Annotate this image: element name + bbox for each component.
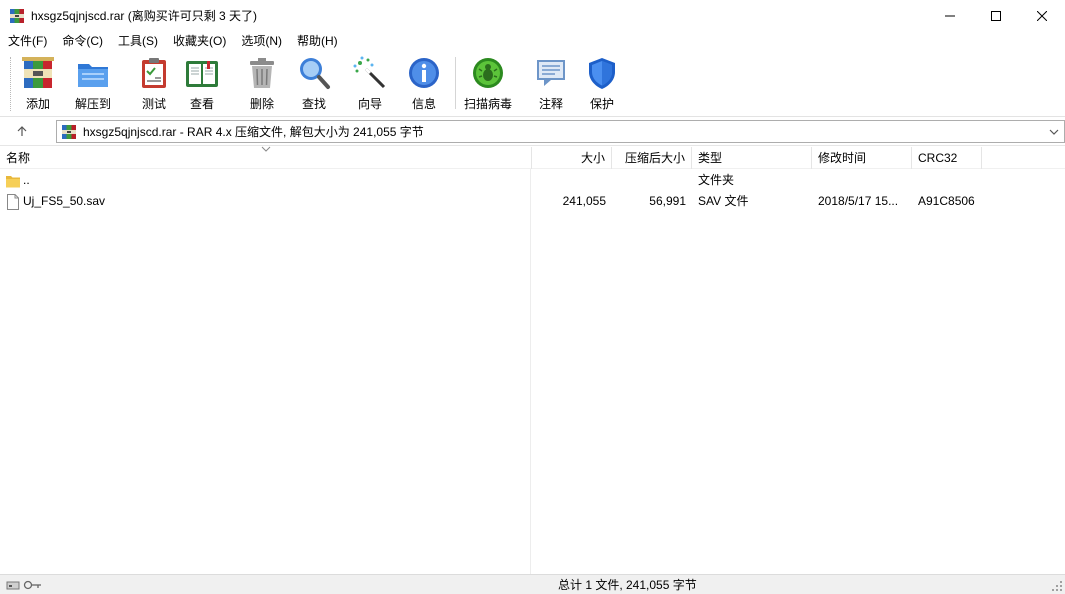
item-packed (612, 170, 686, 191)
extract-to-label: 解压到 (75, 97, 112, 111)
address-bar: hxsgz5qjnjscd.rar - RAR 4.x 压缩文件, 解包大小为 … (0, 117, 1065, 146)
wizard-label: 向导 (357, 97, 382, 111)
menu-favorites[interactable]: 收藏夹(O) (165, 31, 233, 51)
menu-bar: 文件(F) 命令(C) 工具(S) 收藏夹(O) 选项(N) 帮助(H) (0, 31, 1065, 51)
winrar-app-icon (9, 8, 25, 24)
menu-help[interactable]: 帮助(H) (289, 31, 345, 51)
key-icon (23, 580, 41, 590)
comment-button[interactable]: 注释 (533, 55, 569, 113)
item-packed: 56,991 (649, 194, 686, 208)
add-button[interactable]: 添加 (20, 55, 56, 113)
find-button[interactable]: 查找 (296, 55, 332, 113)
status-bar: 总计 1 文件, 241,055 字节 (0, 574, 1065, 594)
minimize-icon (945, 15, 955, 16)
column-crc-label: CRC32 (918, 151, 958, 165)
test-label: 测试 (141, 97, 166, 111)
magnifier-icon (300, 58, 330, 89)
protect-button[interactable]: 保护 (584, 55, 620, 113)
address-text: hxsgz5qjnjscd.rar - RAR 4.x 压缩文件, 解包大小为 … (83, 125, 424, 139)
column-modified[interactable]: 修改时间 (812, 147, 912, 169)
test-button[interactable]: 测试 (136, 55, 172, 113)
delete-button[interactable]: 删除 (244, 55, 280, 113)
column-size[interactable]: 大小 (532, 147, 612, 169)
scan-virus-label: 扫描病毒 (464, 97, 513, 111)
column-type-label: 类型 (698, 151, 723, 165)
column-name-label: 名称 (6, 151, 31, 165)
title-bar: hxsgz5qjnjscd.rar (离购买许可只剩 3 天了) (0, 0, 1065, 31)
find-label: 查找 (301, 97, 326, 111)
column-crc[interactable]: CRC32 (912, 147, 982, 169)
extract-to-button[interactable]: 解压到 (75, 55, 111, 113)
drive-icon (6, 581, 20, 590)
view-book-icon (186, 61, 218, 87)
wizard-wand-icon (353, 56, 386, 89)
extract-folder-icon (78, 64, 108, 87)
comment-icon (537, 60, 565, 86)
close-icon (1037, 10, 1047, 21)
item-name: .. (23, 173, 30, 187)
test-clipboard-icon (142, 58, 166, 88)
info-button[interactable]: 信息 (406, 55, 442, 113)
wizard-button[interactable]: 向导 (352, 55, 388, 113)
view-button[interactable]: 查看 (184, 55, 220, 113)
menu-options[interactable]: 选项(N) (233, 31, 289, 51)
up-folder-button[interactable] (12, 122, 32, 140)
list-item[interactable]: Uj_FS5_50.sav 241,055 56,991 SAV 文件 2018… (0, 191, 1065, 212)
menu-tools[interactable]: 工具(S) (110, 31, 165, 51)
column-packed-label: 压缩后大小 (624, 151, 685, 165)
column-modified-label: 修改时间 (818, 151, 867, 165)
item-size (532, 170, 606, 191)
menu-file[interactable]: 文件(F) (0, 31, 54, 51)
add-label: 添加 (25, 97, 50, 111)
virus-scan-icon (473, 58, 503, 88)
toolbar-grip (10, 57, 14, 111)
comment-label: 注释 (538, 97, 563, 111)
toolbar-separator (455, 57, 456, 109)
add-archive-icon (22, 57, 54, 88)
close-button[interactable] (1019, 0, 1065, 31)
trash-icon (250, 58, 274, 88)
item-size: 241,055 (562, 194, 606, 208)
item-type: SAV 文件 (698, 194, 749, 208)
folder-icon (6, 176, 20, 188)
info-icon (409, 58, 439, 88)
item-name: Uj_FS5_50.sav (23, 194, 106, 208)
archive-icon (61, 124, 77, 140)
item-crc: A91C8506 (918, 194, 975, 208)
file-icon (7, 194, 19, 210)
item-type: 文件夹 (698, 173, 735, 187)
resize-grip-icon[interactable] (1051, 580, 1063, 592)
protect-label: 保护 (589, 97, 614, 111)
delete-label: 删除 (249, 97, 274, 111)
window-title: hxsgz5qjnjscd.rar (离购买许可只剩 3 天了) (31, 9, 258, 23)
sort-arrow-icon (261, 146, 271, 152)
item-modified: 2018/5/17 15... (818, 194, 899, 208)
column-size-label: 大小 (580, 151, 605, 165)
list-item[interactable]: .. 文件夹 (0, 170, 1065, 191)
status-summary: 总计 1 文件, 241,055 字节 (558, 578, 697, 592)
column-type[interactable]: 类型 (692, 147, 812, 169)
scan-virus-button[interactable]: 扫描病毒 (464, 55, 512, 113)
file-list[interactable]: .. 文件夹 Uj_FS5_50.sav 241,055 56,991 SAV … (0, 169, 1065, 574)
arrow-up-icon (17, 126, 27, 136)
menu-command[interactable]: 命令(C) (54, 31, 110, 51)
file-list-header: 名称 大小 压缩后大小 类型 修改时间 CRC32 (0, 146, 1065, 169)
address-field[interactable]: hxsgz5qjnjscd.rar - RAR 4.x 压缩文件, 解包大小为 … (56, 120, 1065, 143)
view-label: 查看 (189, 97, 214, 111)
maximize-icon (991, 10, 1001, 21)
minimize-button[interactable] (927, 0, 973, 31)
shield-icon (589, 58, 615, 89)
chevron-down-icon[interactable] (1048, 125, 1060, 139)
toolbar: 添加 解压到 测试 查看 删除 查找 向导 信息 扫描病毒 注释 保护 (0, 51, 1065, 117)
maximize-button[interactable] (973, 0, 1019, 31)
column-packed[interactable]: 压缩后大小 (612, 147, 692, 169)
info-label: 信息 (411, 97, 436, 111)
